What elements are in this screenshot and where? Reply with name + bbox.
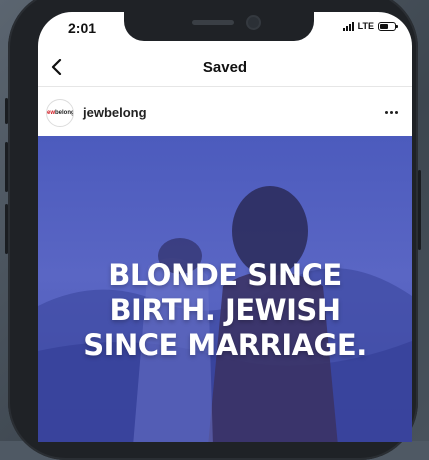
username-link[interactable]: jewbelong [83, 105, 147, 120]
network-type: LTE [357, 21, 374, 31]
power-button [418, 170, 421, 250]
phone-frame: 2:01 LTE Saved jewbelong jewbelong BLOND… [5, 0, 421, 460]
volume-up-button [5, 142, 8, 192]
image-text-line: BIRTH. JEWISH [109, 293, 341, 327]
post-header: jewbelong jewbelong [38, 94, 412, 132]
ellipsis-icon[interactable] [380, 103, 402, 121]
image-caption-text: BLONDE SINCE BIRTH. JEWISH SINCE MARRIAG… [38, 258, 412, 363]
phone-screen: 2:01 LTE Saved jewbelong jewbelong BLOND… [38, 12, 412, 442]
battery-icon [378, 21, 398, 31]
battery-level [380, 23, 388, 29]
notch [124, 12, 314, 41]
image-text-line: BLONDE SINCE [108, 258, 342, 292]
image-text-line: SINCE MARRIAGE. [83, 328, 367, 362]
avatar-logo: jewbelong [46, 110, 74, 116]
front-camera [248, 17, 259, 28]
status-time: 2:01 [68, 20, 97, 36]
volume-down-button [5, 204, 8, 254]
post-image[interactable]: BLONDE SINCE BIRTH. JEWISH SINCE MARRIAG… [38, 136, 412, 442]
nav-bar: Saved [38, 49, 412, 87]
page-title: Saved [202, 59, 248, 76]
silent-switch [5, 98, 8, 124]
status-indicators: LTE [342, 21, 398, 31]
avatar[interactable]: jewbelong [46, 99, 74, 127]
speaker-grille [192, 20, 234, 25]
signal-icon [342, 21, 354, 31]
